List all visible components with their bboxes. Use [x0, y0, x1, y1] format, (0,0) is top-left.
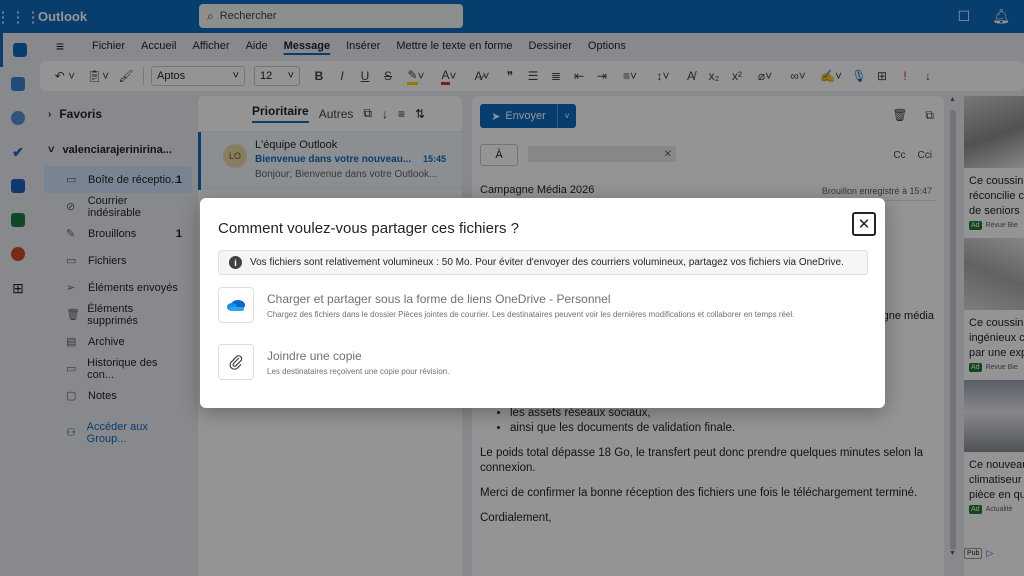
option-title: Joindre une copie [267, 348, 362, 363]
warning-text: Vos fichiers sont relativement volumineu… [250, 257, 844, 268]
file-size-warning: i Vos fichiers sont relativement volumin… [218, 250, 868, 275]
dialog-title: Comment voulez-vous partager ces fichier… [218, 220, 519, 237]
paperclip-icon [218, 344, 254, 380]
option-onedrive-share[interactable]: Charger et partager sous la forme de lie… [218, 286, 868, 324]
option-attach-copy[interactable]: Joindre une copie Les destinataires reço… [218, 343, 868, 381]
share-files-dialog: Comment voulez-vous partager ces fichier… [200, 198, 885, 408]
onedrive-cloud-icon [218, 287, 254, 323]
option-description: Les destinataires reçoivent une copie po… [267, 366, 450, 376]
close-icon[interactable]: ✕ [852, 212, 876, 236]
option-title: Charger et partager sous la forme de lie… [267, 291, 611, 306]
option-description: Chargez des fichiers dans le dossier Piè… [267, 309, 795, 319]
info-icon: i [229, 256, 242, 269]
